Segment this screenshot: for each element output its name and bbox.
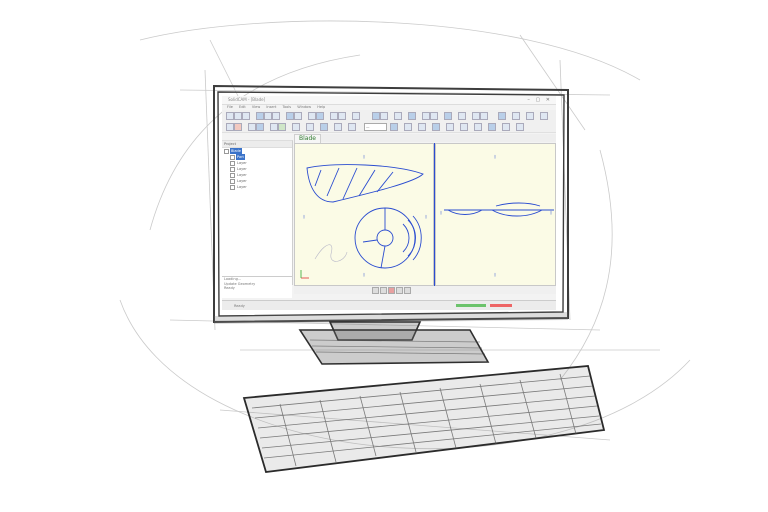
delete-icon[interactable]	[234, 123, 242, 131]
svg-text:◊: ◊	[440, 210, 442, 215]
render-icon[interactable]	[498, 112, 506, 120]
status-text: Ready	[234, 304, 245, 308]
arc-icon[interactable]	[272, 112, 280, 120]
svg-text:◊: ◊	[303, 214, 305, 219]
tree-expand-icon[interactable]	[224, 148, 229, 154]
tree-expand-icon[interactable]	[230, 160, 235, 166]
document-tabs: Blade	[294, 134, 556, 143]
tree-header: Project	[222, 141, 292, 148]
svg-text:◊: ◊	[425, 214, 427, 219]
status-indicator-green	[456, 304, 486, 307]
blade-drawing-right: ◊ ◊ ◊ ◊	[440, 154, 554, 277]
view-toolbar	[294, 286, 556, 294]
toolpath-icon[interactable]	[278, 123, 286, 131]
log-line: Ready	[224, 286, 235, 290]
output-log: Loading... Update Geometry Ready	[222, 276, 292, 298]
spline-icon[interactable]	[294, 112, 302, 120]
undo-icon[interactable]	[472, 112, 480, 120]
drill-icon[interactable]	[292, 123, 300, 131]
zoom-out-icon[interactable]	[430, 112, 438, 120]
block-icon[interactable]	[460, 123, 468, 131]
properties-icon[interactable]	[512, 112, 520, 120]
measure-icon[interactable]	[394, 112, 402, 120]
verify-icon[interactable]	[348, 123, 356, 131]
open-icon[interactable]	[234, 112, 242, 120]
view-front-icon[interactable]	[488, 123, 496, 131]
circle-icon[interactable]	[286, 112, 294, 120]
layer-icon[interactable]	[408, 112, 416, 120]
view-toolbar-icon[interactable]	[380, 287, 387, 294]
tree-expand-icon[interactable]	[230, 178, 235, 184]
tab-blade[interactable]: Blade	[294, 134, 321, 143]
pointer-icon[interactable]	[226, 123, 234, 131]
svg-text:◊: ◊	[363, 272, 365, 277]
view-top-icon[interactable]	[474, 123, 482, 131]
grid-icon[interactable]	[380, 112, 388, 120]
secondary-toolbar: —	[222, 121, 556, 133]
save-icon[interactable]	[242, 112, 250, 120]
view-side-icon[interactable]	[502, 123, 510, 131]
tree-item[interactable]: Layer	[222, 184, 292, 190]
copy-icon[interactable]	[248, 123, 256, 131]
fit-icon[interactable]	[458, 112, 466, 120]
status-indicator-red	[490, 304, 512, 307]
svg-text:◊: ◊	[494, 154, 496, 159]
dimension-icon[interactable]	[432, 123, 440, 131]
viewport-right[interactable]: ◊ ◊ ◊ ◊	[435, 143, 556, 286]
window-controls[interactable]: – ▢ ✕	[527, 96, 552, 104]
svg-text:◊: ◊	[494, 272, 496, 277]
viewport-left[interactable]: ◊ ◊ ◊ ◊	[294, 143, 434, 286]
rotate-icon[interactable]	[338, 112, 346, 120]
trim-icon[interactable]	[316, 112, 324, 120]
extrude-icon[interactable]	[270, 123, 278, 131]
pocket-icon[interactable]	[306, 123, 314, 131]
redo-icon[interactable]	[480, 112, 488, 120]
select-icon[interactable]	[256, 112, 264, 120]
linetype-icon[interactable]	[404, 123, 412, 131]
view-toolbar-icon[interactable]	[404, 287, 411, 294]
contour-icon[interactable]	[320, 123, 328, 131]
hatch-icon[interactable]	[446, 123, 454, 131]
simulate-icon[interactable]	[334, 123, 342, 131]
layer-select[interactable]: —	[364, 123, 387, 131]
tree-expand-icon[interactable]	[230, 166, 235, 172]
view-toolbar-icon[interactable]	[372, 287, 379, 294]
view-toolbar-icon[interactable]	[388, 287, 395, 294]
cad-app-window: SolidCAM - [Blade] – ▢ ✕ File Edit View …	[222, 96, 556, 310]
tree-expand-icon[interactable]	[230, 184, 235, 190]
snap-icon[interactable]	[372, 112, 380, 120]
zoom-in-icon[interactable]	[422, 112, 430, 120]
tree-expand-icon[interactable]	[230, 172, 235, 178]
help-icon[interactable]	[540, 112, 548, 120]
color-icon[interactable]	[390, 123, 398, 131]
svg-text:◊: ◊	[550, 210, 552, 215]
window-title: SolidCAM - [Blade]	[228, 97, 266, 102]
move-icon[interactable]	[256, 123, 264, 131]
text-icon[interactable]	[418, 123, 426, 131]
mirror-icon[interactable]	[330, 112, 338, 120]
scale-icon[interactable]	[352, 112, 360, 120]
view-toolbar-icon[interactable]	[396, 287, 403, 294]
pan-icon[interactable]	[444, 112, 452, 120]
line-icon[interactable]	[264, 112, 272, 120]
settings-icon[interactable]	[526, 112, 534, 120]
svg-text:◊: ◊	[363, 154, 365, 159]
blade-drawing-left: ◊ ◊ ◊ ◊	[300, 154, 427, 279]
new-icon[interactable]	[226, 112, 234, 120]
tree-expand-icon[interactable]	[230, 154, 235, 160]
status-bar: Ready	[222, 300, 556, 310]
project-tree: Project Blade Part Layer Layer Layer Lay…	[222, 140, 293, 285]
offset-icon[interactable]	[308, 112, 316, 120]
view-iso-icon[interactable]	[516, 123, 524, 131]
